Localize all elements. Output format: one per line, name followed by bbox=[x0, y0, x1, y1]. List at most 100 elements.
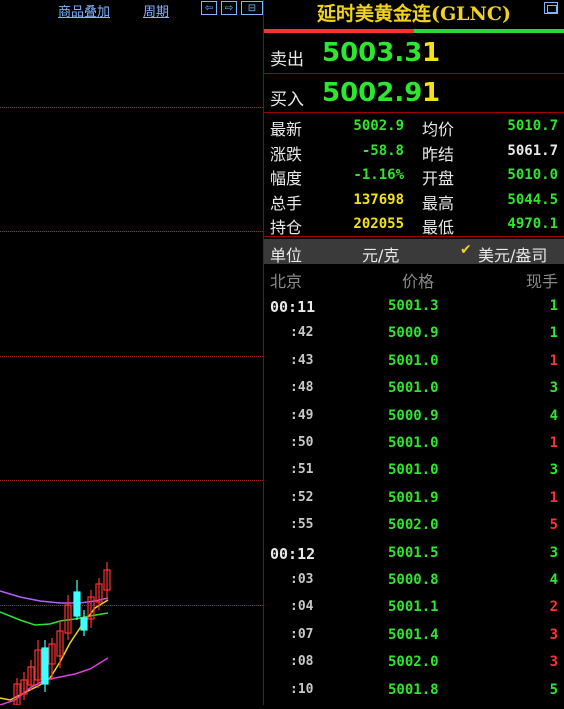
trade-price: 5001.4 bbox=[388, 626, 439, 643]
trade-price: 5001.0 bbox=[388, 380, 439, 397]
trade-row: :48 5001.0 3 bbox=[264, 380, 564, 407]
trade-time: :42 bbox=[290, 325, 314, 341]
chart-panel[interactable]: 商品叠加 周期 ⇦ ⇨ ⊟ bbox=[0, 0, 263, 705]
stat-label: 开盘 bbox=[422, 169, 455, 188]
trade-price: 5001.3 bbox=[388, 298, 439, 314]
ask-row: 卖出 5003.3 1 bbox=[264, 36, 564, 72]
trade-row: :04 5001.1 2 bbox=[264, 599, 564, 626]
trade-price: 5001.1 bbox=[388, 599, 439, 616]
trade-time: :50 bbox=[290, 435, 314, 450]
trade-time: :55 bbox=[290, 517, 314, 533]
unit-label: 单位 bbox=[270, 246, 303, 265]
stat-value: -1.16% bbox=[353, 167, 404, 183]
trade-qty: 2 bbox=[549, 599, 558, 616]
trade-row: 00:12 5001.5 3 bbox=[264, 545, 564, 572]
ma-line-magenta bbox=[0, 657, 109, 705]
trade-time: :43 bbox=[290, 352, 314, 368]
maximize-icon[interactable] bbox=[544, 2, 558, 14]
trade-qty: 1 bbox=[549, 435, 558, 451]
bid-qty: 1 bbox=[422, 78, 441, 108]
bid-row: 买入 5002.9 1 bbox=[264, 76, 564, 112]
stat-label: 均价 bbox=[422, 120, 455, 139]
trade-time: :04 bbox=[290, 599, 314, 615]
stat-value: 137698 bbox=[353, 191, 404, 208]
stat-value: 5010.0 bbox=[507, 167, 558, 183]
trade-row: :07 5001.4 3 bbox=[264, 627, 564, 654]
trade-row: :42 5000.9 1 bbox=[264, 325, 564, 352]
trade-qty: 3 bbox=[549, 380, 558, 397]
stat-value: 202055 bbox=[353, 216, 404, 232]
trade-price: 5002.0 bbox=[388, 517, 439, 534]
trade-qty: 3 bbox=[549, 626, 558, 643]
trade-row: :43 5001.0 1 bbox=[264, 353, 564, 380]
trade-time: :51 bbox=[290, 462, 314, 478]
trade-qty: 1 bbox=[549, 489, 558, 506]
stat-value: 5061.7 bbox=[507, 142, 558, 159]
product-title: 延时美黄金连(GLNC) bbox=[316, 3, 512, 25]
stat-label: 涨跌 bbox=[270, 144, 303, 164]
stat-label: 最新 bbox=[270, 120, 303, 139]
stat-label: 幅度 bbox=[270, 169, 303, 188]
trade-time: 00:12 bbox=[270, 544, 316, 563]
ask-price: 5003.3 bbox=[322, 38, 423, 68]
trade-row: :49 5000.9 4 bbox=[264, 408, 564, 435]
stat-label: 昨结 bbox=[422, 144, 455, 164]
unit-selector: 单位 元/克 ✔ 美元/盎司 bbox=[264, 239, 564, 266]
trade-price: 5002.0 bbox=[388, 654, 439, 671]
trades-header-time: 北京 bbox=[270, 272, 303, 291]
check-icon: ✔ bbox=[460, 242, 472, 258]
unit-option-usd-ounce[interactable]: 美元/盎司 bbox=[478, 242, 547, 266]
trade-time: :08 bbox=[290, 654, 314, 670]
trade-time: 00:11 bbox=[270, 298, 316, 316]
trade-time: :52 bbox=[290, 489, 314, 505]
bid-label: 买入 bbox=[270, 90, 304, 110]
stat-label: 最高 bbox=[422, 193, 455, 213]
trade-qty: 3 bbox=[549, 544, 558, 561]
trade-qty: 5 bbox=[549, 517, 558, 534]
trade-row: :03 5000.8 4 bbox=[264, 572, 564, 599]
trade-price: 5001.8 bbox=[388, 681, 439, 698]
ask-label: 卖出 bbox=[270, 50, 304, 70]
quote-panel: 延时美黄金连(GLNC) 卖出 5003.3 1 买入 5002.9 1 最新 5… bbox=[264, 0, 564, 705]
stat-value: 4970.1 bbox=[507, 216, 558, 232]
trade-row: :51 5001.0 3 bbox=[264, 462, 564, 489]
trade-price: 5000.9 bbox=[388, 325, 439, 342]
trade-price: 5001.5 bbox=[388, 544, 439, 561]
stat-value: -58.8 bbox=[361, 142, 404, 159]
stat-label: 最低 bbox=[422, 218, 455, 237]
trade-row: :08 5002.0 3 bbox=[264, 654, 564, 681]
trade-time: :10 bbox=[290, 681, 314, 697]
unit-option-cny-gram[interactable]: 元/克 bbox=[362, 242, 399, 266]
trade-qty: 1 bbox=[549, 325, 558, 342]
trade-qty: 1 bbox=[549, 352, 558, 369]
trade-row: :55 5002.0 5 bbox=[264, 517, 564, 544]
trade-qty: 4 bbox=[549, 407, 558, 424]
trade-price: 5000.9 bbox=[388, 407, 439, 424]
divider bbox=[264, 73, 564, 74]
ask-qty: 1 bbox=[422, 38, 441, 68]
trade-row: 00:11 5001.3 1 bbox=[264, 298, 564, 325]
stat-label: 持仓 bbox=[270, 218, 303, 237]
trade-time: :07 bbox=[290, 626, 314, 642]
trade-qty: 4 bbox=[549, 572, 558, 588]
trade-price: 5001.9 bbox=[388, 489, 439, 506]
trade-qty: 3 bbox=[549, 654, 558, 671]
trade-qty: 1 bbox=[549, 298, 558, 314]
stat-value: 5002.9 bbox=[353, 118, 404, 134]
trade-time: :49 bbox=[290, 407, 314, 423]
trade-time: :03 bbox=[290, 572, 314, 587]
trade-qty: 3 bbox=[549, 462, 558, 479]
trades-header-qty: 现手 bbox=[525, 272, 558, 291]
stat-label: 总手 bbox=[270, 193, 303, 213]
bid-price: 5002.9 bbox=[322, 78, 423, 108]
divider bbox=[264, 112, 564, 113]
trade-qty: 5 bbox=[549, 681, 558, 698]
trade-price: 5001.0 bbox=[388, 462, 439, 479]
candles-down bbox=[41, 580, 88, 692]
buy-strength-bar bbox=[414, 29, 564, 33]
divider bbox=[264, 236, 564, 237]
trade-row: :52 5001.9 1 bbox=[264, 490, 564, 517]
trade-price: 5001.0 bbox=[388, 352, 439, 369]
stat-value: 5010.7 bbox=[507, 118, 558, 134]
trade-price: 5001.0 bbox=[388, 435, 439, 451]
